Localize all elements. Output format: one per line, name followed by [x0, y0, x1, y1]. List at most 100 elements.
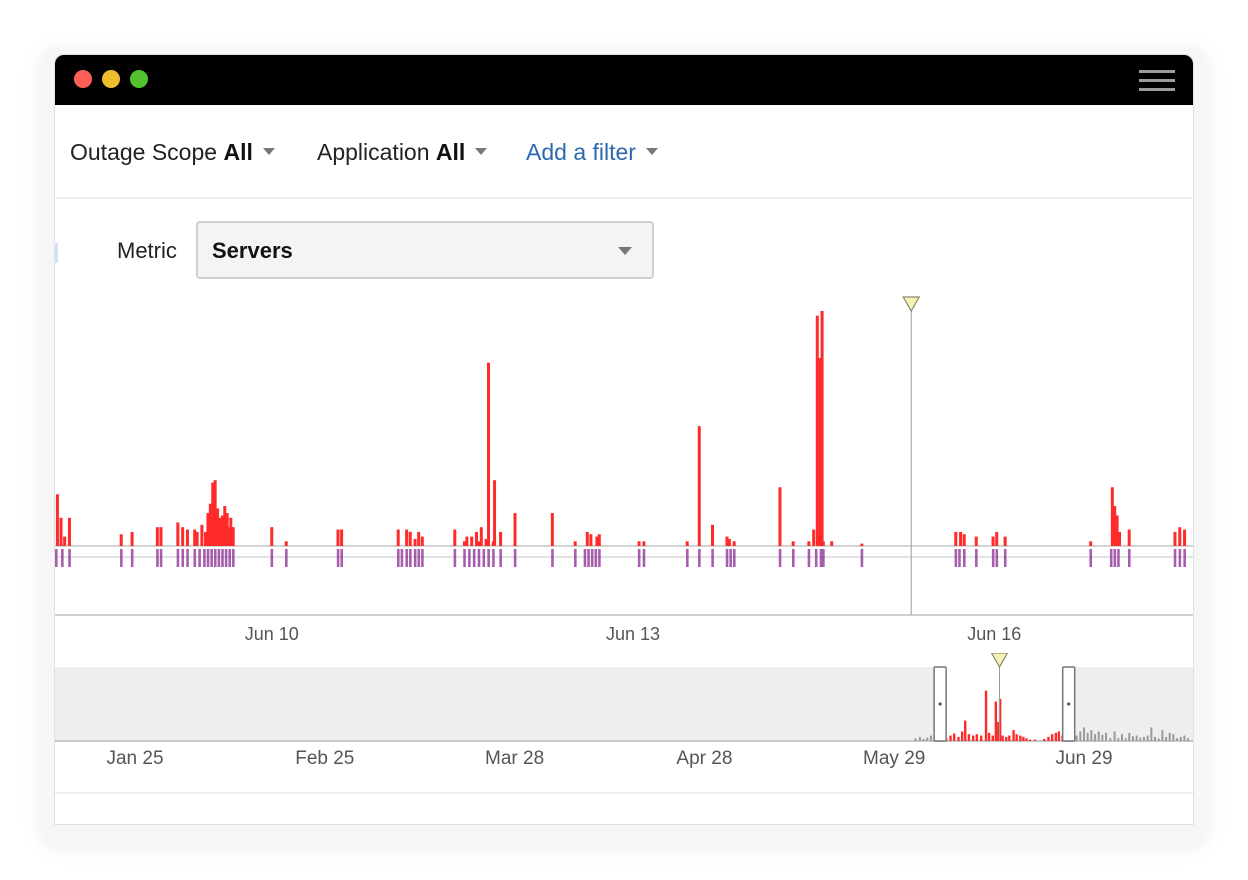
- event-tick: [68, 549, 71, 567]
- brush-grip-icon: [938, 702, 942, 706]
- overview-tick-label: Mar 28: [485, 748, 544, 769]
- overview-bar: [1176, 738, 1179, 741]
- outage-bar: [396, 529, 400, 546]
- metric-select[interactable]: Servers: [196, 221, 654, 279]
- event-tick: [181, 549, 185, 567]
- overview-bar: [1187, 738, 1190, 741]
- outage-bar: [1183, 529, 1187, 546]
- outage-bar: [597, 534, 601, 546]
- event-tick: [725, 549, 729, 567]
- overview-bar: [918, 736, 921, 741]
- event-tick: [729, 549, 732, 567]
- outage-bar: [550, 513, 554, 546]
- minimize-window-icon[interactable]: [102, 70, 120, 88]
- event-tick: [206, 549, 210, 567]
- filter-application[interactable]: Application All: [317, 139, 488, 166]
- filter-value: All: [435, 139, 466, 165]
- overview-outage-bar: [991, 735, 994, 741]
- outage-bar: [59, 517, 63, 546]
- event-tick: [198, 549, 201, 567]
- overview-outage-bar: [1050, 734, 1054, 741]
- add-filter-link[interactable]: Add a filter: [526, 139, 658, 166]
- overview-outage-bar: [1005, 736, 1008, 741]
- event-tick: [814, 549, 818, 567]
- overview-timeline-chart[interactable]: Jan 25 Feb 25 Mar 28 Apr 28 May 29 Jun 29: [55, 653, 1194, 778]
- outage-bar: [513, 513, 517, 546]
- outage-bar: [405, 529, 409, 546]
- outage-bar: [453, 529, 457, 546]
- overview-bar: [929, 735, 932, 741]
- add-filter-label: Add a filter: [526, 139, 636, 165]
- event-tick: [55, 549, 58, 567]
- outage-bar: [697, 426, 701, 546]
- overview-bar: [1161, 730, 1164, 741]
- overview-outage-bar: [1001, 735, 1004, 741]
- outage-bar: [778, 487, 782, 546]
- outage-bar: [812, 529, 816, 546]
- event-tick: [232, 549, 235, 567]
- event-tick: [975, 549, 978, 567]
- overview-outage-bar: [1054, 732, 1058, 741]
- outage-bar: [589, 534, 593, 546]
- outage-bar: [176, 522, 180, 546]
- overview-outage-bar: [1012, 730, 1015, 741]
- outage-bar: [479, 527, 483, 546]
- outage-bar: [413, 538, 417, 546]
- event-tick: [583, 549, 587, 567]
- hamburger-menu-icon[interactable]: [1139, 70, 1175, 92]
- event-tick: [186, 549, 189, 567]
- main-timeline-chart[interactable]: Jun 10 Jun 13 Jun 16: [55, 291, 1194, 651]
- event-tick: [413, 549, 417, 567]
- overview-outage-bar: [949, 735, 952, 741]
- event-tick: [482, 549, 486, 567]
- event-tick: [336, 549, 340, 567]
- outage-bar: [63, 536, 67, 546]
- overview-tick-label: Apr 28: [676, 748, 732, 769]
- overview-bar: [1105, 732, 1108, 741]
- outage-bar: [685, 541, 689, 546]
- event-tick: [594, 549, 598, 567]
- maximize-window-icon[interactable]: [130, 70, 148, 88]
- overview-bar: [1179, 736, 1182, 741]
- outage-bar: [711, 524, 715, 546]
- event-tick: [1109, 549, 1113, 567]
- outage-bar: [284, 541, 288, 546]
- outage-bar: [1003, 536, 1007, 546]
- event-tick: [340, 549, 344, 567]
- event-tick: [807, 549, 811, 567]
- event-tick: [120, 549, 123, 567]
- outage-bar: [155, 527, 159, 546]
- caret-down-icon: [262, 148, 275, 156]
- overview-outage-bar: [1008, 735, 1011, 741]
- overview-bar: [1146, 735, 1149, 741]
- outage-bar: [465, 536, 469, 546]
- event-tick: [487, 549, 490, 567]
- event-tick: [778, 549, 782, 567]
- event-tick: [417, 549, 421, 567]
- close-window-icon[interactable]: [74, 70, 92, 88]
- outage-bar: [1089, 541, 1093, 546]
- outage-bar: [340, 529, 344, 546]
- overview-marker-icon: [990, 653, 1009, 669]
- filter-outage-scope[interactable]: Outage Scope All: [70, 139, 275, 166]
- selected-range: [940, 667, 1069, 741]
- event-tick: [822, 549, 825, 567]
- overview-outage-bar: [984, 690, 988, 741]
- event-tick: [463, 549, 466, 567]
- app-window: Outage Scope All Application All Add a f…: [54, 54, 1194, 825]
- event-tick: [285, 549, 288, 567]
- overview-tick-label: May 29: [863, 748, 925, 769]
- outage-bar: [417, 531, 421, 546]
- outage-bar: [959, 531, 963, 546]
- outage-bar: [185, 529, 189, 546]
- event-tick: [962, 549, 966, 567]
- event-tick: [574, 549, 577, 567]
- outage-bar: [1118, 531, 1122, 546]
- event-tick: [551, 549, 554, 567]
- outage-bar: [860, 543, 864, 546]
- caret-down-icon: [475, 148, 488, 156]
- event-tick: [477, 549, 481, 567]
- overview-outage-bar: [987, 732, 991, 741]
- outage-bar: [231, 527, 235, 546]
- outage-bar: [408, 531, 412, 546]
